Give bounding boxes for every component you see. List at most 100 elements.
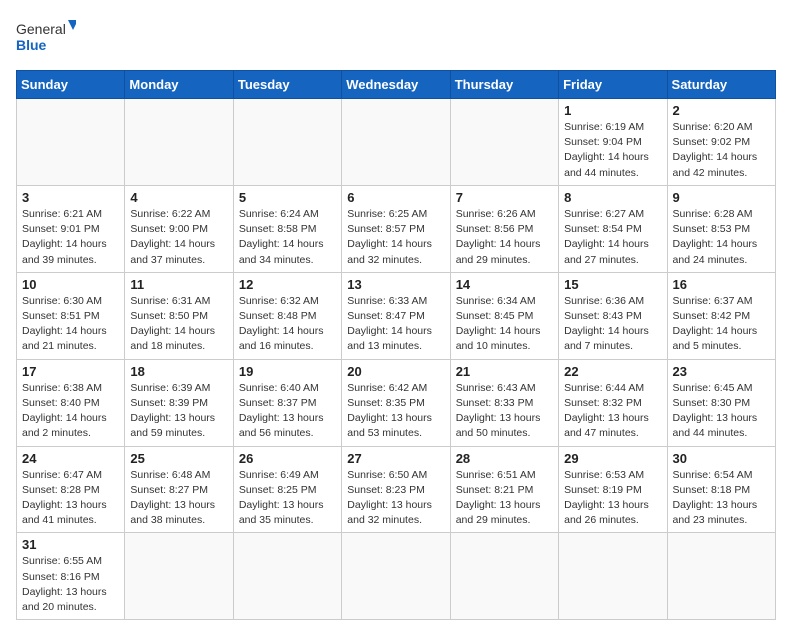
day-number: 11 [130, 277, 227, 292]
calendar-day-cell: 7Sunrise: 6:26 AM Sunset: 8:56 PM Daylig… [450, 185, 558, 272]
weekday-header-row: SundayMondayTuesdayWednesdayThursdayFrid… [17, 71, 776, 99]
calendar-day-cell [233, 99, 341, 186]
day-info: Sunrise: 6:36 AM Sunset: 8:43 PM Dayligh… [564, 294, 661, 355]
day-info: Sunrise: 6:24 AM Sunset: 8:58 PM Dayligh… [239, 207, 336, 268]
calendar-day-cell: 5 Sunrise: 6:24 AM Sunset: 8:58 PM Daylig… [233, 185, 341, 272]
day-info: Sunrise: 6:45 AM Sunset: 8:30 PM Dayligh… [673, 381, 770, 442]
weekday-header-friday: Friday [559, 71, 667, 99]
calendar-day-cell: 17 Sunrise: 6:38 AM Sunset: 8:40 PM Dayli… [17, 359, 125, 446]
day-number: 1 [564, 103, 661, 118]
calendar-day-cell: 19 Sunrise: 6:40 AM Sunset: 8:37 PM Dayli… [233, 359, 341, 446]
day-info: Sunrise: 6:49 AM Sunset: 8:25 PM Dayligh… [239, 468, 336, 529]
day-info: Sunrise: 6:22 AM Sunset: 9:00 PM Dayligh… [130, 207, 227, 268]
day-info: Sunrise: 6:54 AM Sunset: 8:18 PM Dayligh… [673, 468, 770, 529]
calendar-day-cell [450, 99, 558, 186]
day-number: 14 [456, 277, 553, 292]
calendar-day-cell: 10 Sunrise: 6:30 AM Sunset: 8:51 PM Dayli… [17, 272, 125, 359]
day-number: 9 [673, 190, 770, 205]
day-info: Sunrise: 6:32 AM Sunset: 8:48 PM Dayligh… [239, 294, 336, 355]
day-number: 26 [239, 451, 336, 466]
calendar-day-cell [233, 533, 341, 620]
calendar-day-cell [559, 533, 667, 620]
calendar-day-cell: 21 Sunrise: 6:43 AM Sunset: 8:33 PM Dayli… [450, 359, 558, 446]
calendar-week-row: 3Sunrise: 6:21 AM Sunset: 9:01 PM Daylig… [17, 185, 776, 272]
day-number: 15 [564, 277, 661, 292]
calendar-day-cell: 20Sunrise: 6:42 AM Sunset: 8:35 PM Dayli… [342, 359, 450, 446]
page-header: General Blue [16, 16, 776, 60]
day-info: Sunrise: 6:27 AM Sunset: 8:54 PM Dayligh… [564, 207, 661, 268]
day-info: Sunrise: 6:50 AM Sunset: 8:23 PM Dayligh… [347, 468, 444, 529]
day-info: Sunrise: 6:38 AM Sunset: 8:40 PM Dayligh… [22, 381, 119, 442]
weekday-header-sunday: Sunday [17, 71, 125, 99]
day-number: 27 [347, 451, 444, 466]
calendar-day-cell: 24Sunrise: 6:47 AM Sunset: 8:28 PM Dayli… [17, 446, 125, 533]
day-info: Sunrise: 6:26 AM Sunset: 8:56 PM Dayligh… [456, 207, 553, 268]
day-number: 4 [130, 190, 227, 205]
day-number: 18 [130, 364, 227, 379]
calendar-day-cell: 26 Sunrise: 6:49 AM Sunset: 8:25 PM Dayli… [233, 446, 341, 533]
day-number: 19 [239, 364, 336, 379]
calendar-day-cell [342, 533, 450, 620]
day-number: 28 [456, 451, 553, 466]
calendar-day-cell: 1 Sunrise: 6:19 AM Sunset: 9:04 PM Daylig… [559, 99, 667, 186]
calendar-day-cell: 2Sunrise: 6:20 AM Sunset: 9:02 PM Daylig… [667, 99, 775, 186]
calendar-week-row: 31 Sunrise: 6:55 AM Sunset: 8:16 PM Dayli… [17, 533, 776, 620]
day-number: 23 [673, 364, 770, 379]
calendar-day-cell: 23 Sunrise: 6:45 AM Sunset: 8:30 PM Dayli… [667, 359, 775, 446]
calendar-day-cell: 15 Sunrise: 6:36 AM Sunset: 8:43 PM Dayli… [559, 272, 667, 359]
day-number: 25 [130, 451, 227, 466]
svg-text:Blue: Blue [16, 37, 47, 53]
logo-svg: General Blue [16, 16, 76, 60]
calendar-table: SundayMondayTuesdayWednesdayThursdayFrid… [16, 70, 776, 620]
calendar-day-cell: 30 Sunrise: 6:54 AM Sunset: 8:18 PM Dayli… [667, 446, 775, 533]
calendar-day-cell [450, 533, 558, 620]
calendar-day-cell: 16Sunrise: 6:37 AM Sunset: 8:42 PM Dayli… [667, 272, 775, 359]
day-number: 12 [239, 277, 336, 292]
day-number: 31 [22, 537, 119, 552]
day-info: Sunrise: 6:31 AM Sunset: 8:50 PM Dayligh… [130, 294, 227, 355]
day-info: Sunrise: 6:55 AM Sunset: 8:16 PM Dayligh… [22, 554, 119, 615]
calendar-day-cell: 25 Sunrise: 6:48 AM Sunset: 8:27 PM Dayli… [125, 446, 233, 533]
calendar-day-cell: 12 Sunrise: 6:32 AM Sunset: 8:48 PM Dayli… [233, 272, 341, 359]
calendar-day-cell: 28 Sunrise: 6:51 AM Sunset: 8:21 PM Dayli… [450, 446, 558, 533]
day-info: Sunrise: 6:48 AM Sunset: 8:27 PM Dayligh… [130, 468, 227, 529]
calendar-day-cell [125, 533, 233, 620]
day-number: 29 [564, 451, 661, 466]
day-info: Sunrise: 6:19 AM Sunset: 9:04 PM Dayligh… [564, 120, 661, 181]
weekday-header-tuesday: Tuesday [233, 71, 341, 99]
calendar-day-cell: 9Sunrise: 6:28 AM Sunset: 8:53 PM Daylig… [667, 185, 775, 272]
day-info: Sunrise: 6:51 AM Sunset: 8:21 PM Dayligh… [456, 468, 553, 529]
calendar-day-cell [17, 99, 125, 186]
calendar-day-cell: 22 Sunrise: 6:44 AM Sunset: 8:32 PM Dayli… [559, 359, 667, 446]
calendar-day-cell: 14Sunrise: 6:34 AM Sunset: 8:45 PM Dayli… [450, 272, 558, 359]
weekday-header-saturday: Saturday [667, 71, 775, 99]
calendar-day-cell: 11 Sunrise: 6:31 AM Sunset: 8:50 PM Dayli… [125, 272, 233, 359]
day-number: 5 [239, 190, 336, 205]
day-info: Sunrise: 6:33 AM Sunset: 8:47 PM Dayligh… [347, 294, 444, 355]
calendar-day-cell [342, 99, 450, 186]
calendar-day-cell: 13Sunrise: 6:33 AM Sunset: 8:47 PM Dayli… [342, 272, 450, 359]
svg-text:General: General [16, 21, 66, 37]
day-number: 22 [564, 364, 661, 379]
calendar-day-cell: 29 Sunrise: 6:53 AM Sunset: 8:19 PM Dayli… [559, 446, 667, 533]
calendar-day-cell: 18Sunrise: 6:39 AM Sunset: 8:39 PM Dayli… [125, 359, 233, 446]
day-info: Sunrise: 6:53 AM Sunset: 8:19 PM Dayligh… [564, 468, 661, 529]
day-info: Sunrise: 6:20 AM Sunset: 9:02 PM Dayligh… [673, 120, 770, 181]
calendar-week-row: 17 Sunrise: 6:38 AM Sunset: 8:40 PM Dayli… [17, 359, 776, 446]
calendar-week-row: 24Sunrise: 6:47 AM Sunset: 8:28 PM Dayli… [17, 446, 776, 533]
calendar-day-cell [667, 533, 775, 620]
day-number: 10 [22, 277, 119, 292]
day-info: Sunrise: 6:37 AM Sunset: 8:42 PM Dayligh… [673, 294, 770, 355]
day-info: Sunrise: 6:40 AM Sunset: 8:37 PM Dayligh… [239, 381, 336, 442]
day-number: 17 [22, 364, 119, 379]
day-info: Sunrise: 6:44 AM Sunset: 8:32 PM Dayligh… [564, 381, 661, 442]
day-number: 30 [673, 451, 770, 466]
weekday-header-thursday: Thursday [450, 71, 558, 99]
calendar-day-cell: 3Sunrise: 6:21 AM Sunset: 9:01 PM Daylig… [17, 185, 125, 272]
day-info: Sunrise: 6:43 AM Sunset: 8:33 PM Dayligh… [456, 381, 553, 442]
day-info: Sunrise: 6:30 AM Sunset: 8:51 PM Dayligh… [22, 294, 119, 355]
day-number: 21 [456, 364, 553, 379]
day-number: 8 [564, 190, 661, 205]
weekday-header-wednesday: Wednesday [342, 71, 450, 99]
calendar-day-cell: 27 Sunrise: 6:50 AM Sunset: 8:23 PM Dayli… [342, 446, 450, 533]
